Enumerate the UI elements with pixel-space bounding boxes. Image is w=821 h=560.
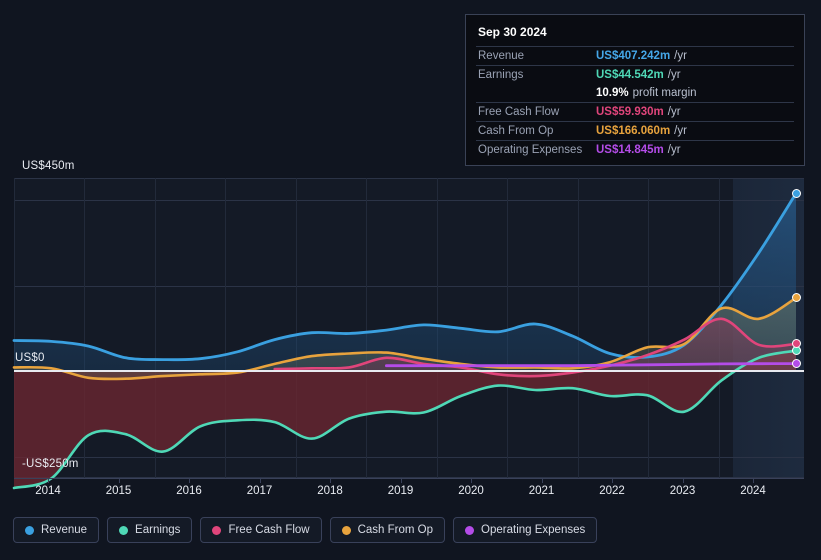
legend-color-dot-icon	[119, 525, 129, 535]
endpoint-dot-revenue	[791, 188, 801, 198]
x-axis-baseline	[14, 478, 804, 479]
x-axis-tick	[118, 478, 120, 483]
tooltip-row-value: 10.9%	[596, 87, 629, 99]
tooltip-row: Cash From Op US$166.060m/yr	[476, 121, 794, 140]
tooltip-rows: Revenue US$407.242m/yr Earnings US$44.542m /…	[476, 46, 794, 159]
tooltip-row-unit: /yr	[667, 69, 681, 81]
x-axis-tick	[471, 478, 472, 483]
tooltip-row-label: Operating Expenses	[478, 144, 583, 156]
x-axis-tick	[189, 478, 190, 483]
tooltip-row-value: US$407.242m	[596, 50, 671, 62]
data-tooltip: Sep 30 2024 Revenue US$407.242m/yr Earning…	[465, 14, 805, 166]
legend-color-dot-icon	[341, 525, 351, 535]
x-axis-tick	[612, 478, 613, 483]
x-axis-label: 2023	[669, 485, 696, 497]
tooltip-row-unit: /yr	[667, 106, 681, 118]
legend-item-earnings[interactable]: Earnings	[107, 517, 193, 543]
plot-area	[12, 178, 804, 490]
tooltip-row: Revenue US$407.242m/yr	[476, 46, 794, 65]
x-axis-label: 2024	[740, 485, 766, 497]
x-axis-tick	[682, 478, 684, 483]
x-axis-tick	[330, 478, 331, 483]
tooltip-row-unit: /yr	[674, 50, 687, 62]
legend-color-dot-icon	[212, 525, 222, 535]
x-axis-label: 2020	[458, 485, 484, 497]
tooltip-row: Earnings US$44.542m/yr	[476, 65, 794, 84]
legend-item-label: Operating Expenses	[481, 524, 586, 536]
x-axis-label: 2022	[599, 485, 625, 497]
legend-item-operating-expenses[interactable]: Operating Expenses	[453, 517, 598, 543]
endpoint-dot-operating-expenses	[791, 359, 801, 369]
tooltip-row-value: US$44.542m	[596, 69, 664, 81]
tooltip-row-label: Free Cash Flow	[478, 106, 560, 118]
x-axis-tick	[400, 478, 402, 483]
y-axis-label-top: US$450m	[22, 160, 75, 172]
tooltip-row-unit: profit margin	[632, 87, 697, 99]
legend-item-cash-from-op[interactable]: Cash From Op	[329, 517, 446, 543]
tooltip-row-value: US$59.930m	[596, 106, 664, 118]
x-axis-tick	[259, 478, 261, 483]
x-axis-tick	[541, 478, 543, 483]
legend-item-label: Earnings	[135, 524, 181, 536]
y-axis-label-bottom: -US$250m	[22, 458, 79, 470]
zero-baseline	[14, 370, 804, 372]
chart-legend: Revenue Earnings Free Cash Flow Cash From O…	[13, 517, 598, 543]
series-svg	[12, 192, 798, 490]
x-axis-tick	[48, 478, 49, 483]
legend-color-dot-icon	[465, 525, 475, 535]
x-axis-label: 2015	[105, 485, 132, 497]
tooltip-row-label: Earnings	[478, 69, 524, 81]
x-axis-label: 2021	[528, 485, 555, 497]
tooltip-row: 10.9% profit margin	[476, 84, 794, 102]
x-axis-label: 2017	[246, 485, 273, 497]
x-axis-label: 2014	[35, 485, 61, 497]
legend-item-free-cash-flow[interactable]: Free Cash Flow	[200, 517, 322, 543]
x-axis-label: 2018	[317, 485, 343, 497]
endpoint-dot-free-cash-flow	[791, 339, 801, 349]
tooltip-row: Operating Expenses US$14.845m/yr	[476, 140, 794, 159]
y-axis-label-zero: US$0	[15, 352, 45, 364]
x-axis-label: 2016	[176, 485, 202, 497]
tooltip-row-label: Revenue	[478, 50, 525, 62]
tooltip-row-label: Cash From Op	[478, 125, 554, 137]
financial-area-chart: US$450m US$0 -US$250m 2014 2015 2016 2017 20…	[0, 0, 821, 560]
legend-item-revenue[interactable]: Revenue	[13, 517, 100, 543]
x-axis-label: 2019	[387, 485, 414, 497]
endpoint-dot-cash-from-op	[791, 293, 801, 303]
tooltip-row-value: US$14.845m	[596, 144, 664, 156]
legend-item-label: Free Cash Flow	[228, 524, 310, 536]
tooltip-date: Sep 30 2024	[478, 25, 547, 39]
tooltip-row-unit: /yr	[674, 125, 687, 137]
tooltip-row-value: US$166.060m	[596, 125, 671, 137]
legend-item-label: Revenue	[41, 524, 88, 536]
legend-color-dot-icon	[25, 525, 34, 535]
tooltip-row: Free Cash Flow US$59.930m/yr	[476, 102, 794, 121]
tooltip-row-unit: /yr	[667, 144, 681, 156]
x-axis-tick	[753, 478, 754, 483]
legend-item-label: Cash From Op	[357, 524, 434, 536]
